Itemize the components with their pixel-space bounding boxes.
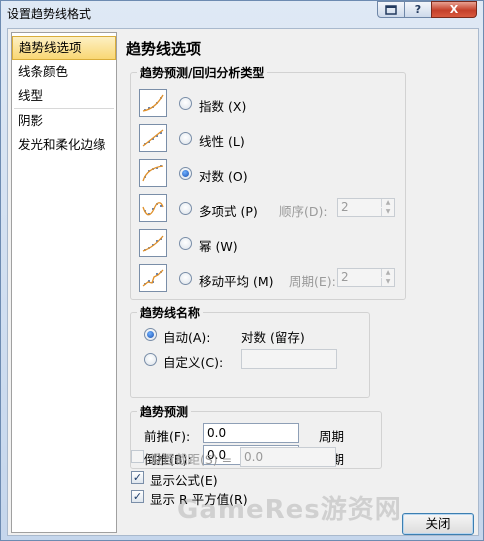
logarithmic-trend-icon [139,159,167,187]
display-equation-checkbox[interactable]: ✓ [131,471,144,484]
panel-heading: 趋势线选项 [126,40,202,58]
period-label: 周期(E): [289,274,336,289]
display-r-squared-checkbox[interactable]: ✓ [131,490,144,503]
moving-average-trend-icon [139,264,167,292]
dialog-client: 趋势线选项 线条颜色 线型 阴影 发光和柔化边缘 趋势线选项 趋势预测/回归分析… [7,28,479,536]
intercept-input[interactable]: 0.0 [240,447,336,467]
type-row-polynomial: 多项式 (P) 顺序(D): 2 ▲ ▼ [139,194,459,224]
order-label: 顺序(D): [279,204,328,219]
period-up-icon[interactable]: ▲ [381,269,394,277]
order-up-icon[interactable]: ▲ [381,199,394,207]
period-down-icon[interactable]: ▼ [381,278,394,286]
moving-average-label[interactable]: 移动平均 (M) [199,271,274,290]
type-row-exponential: 指数 (X) [139,89,459,119]
help-button[interactable]: ? [404,1,432,18]
regression-type-title: 趋势预测/回归分析类型 [137,64,268,81]
polynomial-radio[interactable] [179,202,192,215]
auto-name-label[interactable]: 自动(A): [163,327,211,346]
nav-item-glow-soft-edges[interactable]: 发光和柔化边缘 [12,133,116,157]
close-window-button[interactable]: X [431,1,477,18]
power-trend-icon [139,229,167,257]
window-title: 设置趋势线格式 [7,7,92,21]
power-label[interactable]: 幂 (W) [199,236,238,255]
forward-label: 前推(F): [144,429,191,444]
power-radio[interactable] [179,237,192,250]
watermark: GameRes游资网 [177,495,402,525]
dialog-window: 设置趋势线格式 ? X 趋势线选项 线条颜色 线型 阴影 发光和柔化边缘 趋势线… [0,0,484,541]
type-row-linear: 线性 (L) [139,124,459,154]
forward-unit: 周期 [319,429,345,444]
nav-item-trendline-options[interactable]: 趋势线选项 [12,36,116,60]
nav-item-shadow[interactable]: 阴影 [12,109,116,133]
type-row-logarithmic: 对数 (O) [139,159,459,189]
set-intercept-label[interactable]: 设置截距(S) = [150,449,232,468]
linear-radio[interactable] [179,132,192,145]
linear-trend-icon [139,124,167,152]
exponential-label[interactable]: 指数 (X) [199,96,246,115]
polynomial-label[interactable]: 多项式 (P) [199,201,258,220]
title-bar[interactable]: 设置趋势线格式 ? X [1,1,483,23]
forecast-title: 趋势预测 [137,403,192,420]
nav-item-line-style[interactable]: 线型 [12,84,116,108]
exponential-radio[interactable] [179,97,192,110]
linear-label[interactable]: 线性 (L) [199,131,245,150]
type-row-power: 幂 (W) [139,229,459,259]
restore-icon[interactable] [377,1,405,18]
logarithmic-label[interactable]: 对数 (O) [199,166,248,185]
order-value: 2 [341,200,349,214]
type-row-moving-average: 移动平均 (M) 周期(E): 2 ▲ ▼ [139,264,459,294]
trendline-name-title: 趋势线名称 [137,304,204,321]
moving-average-radio[interactable] [179,272,192,285]
display-equation-label[interactable]: 显示公式(E) [150,470,218,489]
logarithmic-radio[interactable] [179,167,192,180]
custom-name-radio[interactable] [144,353,157,366]
period-stepper[interactable]: 2 ▲ ▼ [337,268,395,287]
regression-type-group: 趋势预测/回归分析类型 指数 (X) 线性 (L) 对数 (O) 多项式 (P)… [130,64,406,300]
auto-name-value: 对数 (留存) [241,330,305,345]
set-intercept-checkbox[interactable] [131,450,144,463]
period-value: 2 [341,270,349,284]
auto-name-radio[interactable] [144,328,157,341]
exponential-trend-icon [139,89,167,117]
order-down-icon[interactable]: ▼ [381,208,394,216]
forward-input[interactable]: 0.0 [203,423,299,443]
category-list: 趋势线选项 线条颜色 线型 阴影 发光和柔化边缘 [11,32,117,533]
polynomial-trend-icon [139,194,167,222]
custom-name-input[interactable] [241,349,337,369]
custom-name-label[interactable]: 自定义(C): [163,352,223,371]
options-panel: 趋势线选项 趋势预测/回归分析类型 指数 (X) 线性 (L) 对数 (O) 多… [122,29,478,535]
close-button[interactable]: 关闭 [402,513,474,535]
nav-item-line-color[interactable]: 线条颜色 [12,60,116,84]
order-stepper[interactable]: 2 ▲ ▼ [337,198,395,217]
trendline-name-group: 趋势线名称 自动(A): 对数 (留存) 自定义(C): [130,304,370,398]
